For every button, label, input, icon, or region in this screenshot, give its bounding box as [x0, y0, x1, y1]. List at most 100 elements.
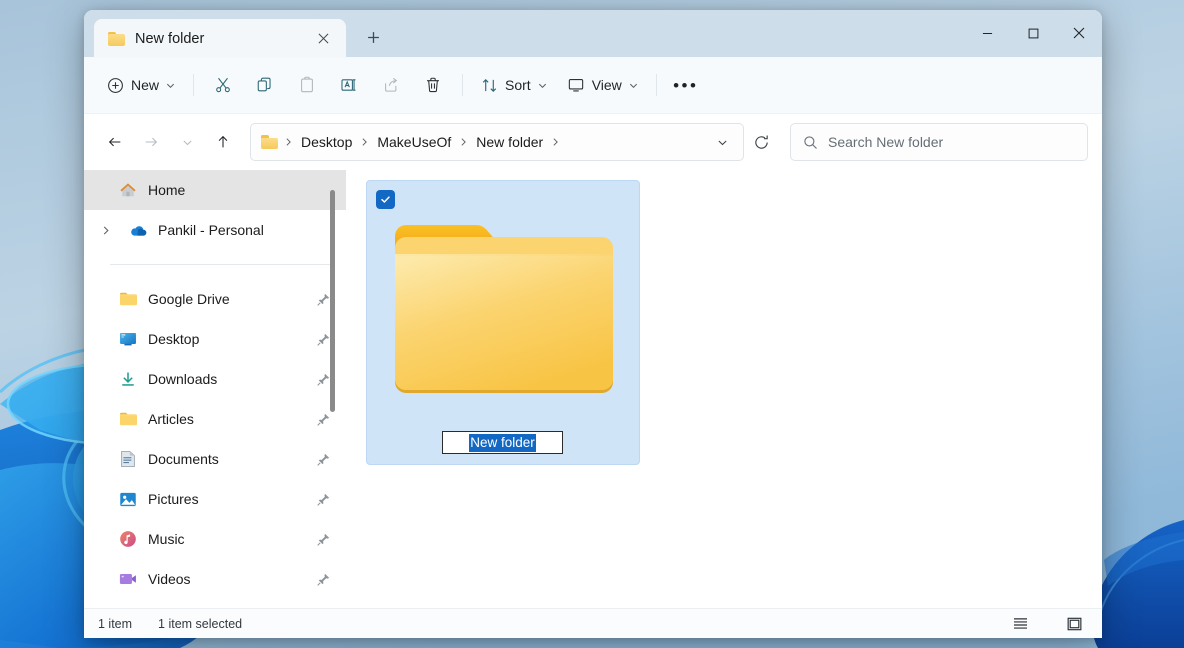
folder-icon: [108, 32, 125, 46]
tab-label: New folder: [135, 31, 300, 47]
sidebar-item-videos[interactable]: Videos: [84, 559, 346, 599]
sidebar-item-documents[interactable]: Documents: [84, 439, 346, 479]
back-button[interactable]: [98, 125, 132, 159]
breadcrumb-item-new-folder[interactable]: New folder: [470, 130, 549, 154]
forward-button[interactable]: [134, 125, 168, 159]
ellipsis-icon: •••: [673, 77, 698, 94]
breadcrumb[interactable]: Desktop MakeUseOf New folder: [250, 123, 744, 161]
sidebar-item-downloads[interactable]: Downloads: [84, 359, 346, 399]
view-button-label: View: [592, 77, 622, 93]
folder-glyph: [119, 291, 138, 307]
maximize-button[interactable]: [1010, 10, 1056, 56]
sidebar-item-music[interactable]: Music: [84, 519, 346, 559]
rename-icon: [340, 76, 358, 94]
download-arrow-glyph: [119, 370, 137, 388]
delete-button[interactable]: [413, 68, 453, 102]
toolbar-divider: [193, 74, 194, 96]
window-controls: [964, 10, 1102, 56]
cloud-glyph: [129, 221, 148, 240]
large-icons-view-icon: [1067, 617, 1082, 631]
search-icon: [803, 135, 818, 150]
search-input[interactable]: Search New folder: [790, 123, 1088, 161]
up-button[interactable]: [206, 125, 240, 159]
navigation-pane: Home Pankil - Personal: [84, 170, 346, 608]
copy-button[interactable]: [245, 68, 285, 102]
chevron-down-icon: [629, 81, 638, 90]
arrow-right-icon: [143, 134, 159, 150]
sidebar-item-label: Music: [148, 531, 302, 547]
close-window-button[interactable]: [1056, 10, 1102, 56]
command-bar: New: [84, 57, 1102, 114]
rename-input[interactable]: New folder: [442, 431, 563, 454]
sidebar-scrollbar[interactable]: [327, 178, 338, 600]
trash-icon: [424, 76, 442, 94]
see-more-button[interactable]: •••: [666, 68, 706, 102]
breadcrumb-separator: [459, 137, 468, 147]
folder-icon: [392, 216, 616, 398]
title-bar: New folder: [84, 10, 1102, 57]
new-button[interactable]: New: [98, 68, 184, 102]
rename-input-value: New folder: [469, 434, 536, 452]
file-list-area[interactable]: New folder: [346, 170, 1102, 608]
previous-locations-button[interactable]: [707, 127, 737, 157]
sidebar-item-label: Videos: [148, 571, 302, 587]
onedrive-icon: [128, 220, 148, 240]
file-item-new-folder[interactable]: New folder: [366, 180, 640, 465]
minimize-button[interactable]: [964, 10, 1010, 56]
selection-label: 1 item selected: [158, 617, 242, 631]
sidebar-item-label: Downloads: [148, 371, 302, 387]
chevron-down-icon: [717, 137, 728, 148]
scissors-icon: [214, 76, 232, 94]
rename-button[interactable]: [329, 68, 369, 102]
chevron-right-icon[interactable]: [94, 218, 118, 242]
cut-button[interactable]: [203, 68, 243, 102]
chevron-down-icon: [182, 137, 193, 148]
folder-glyph-large: [392, 216, 616, 398]
details-view-button[interactable]: [1006, 612, 1034, 636]
desktop-glyph: [119, 331, 137, 347]
sidebar-item-desktop[interactable]: Desktop: [84, 319, 346, 359]
sidebar-item-label: Pankil - Personal: [158, 222, 346, 238]
sidebar-item-home[interactable]: Home: [84, 170, 346, 210]
new-tab-button[interactable]: [356, 20, 390, 54]
videos-icon: [118, 569, 138, 589]
breadcrumb-separator: [551, 137, 560, 147]
sidebar-scrollbar-thumb[interactable]: [330, 190, 335, 412]
arrow-left-icon: [107, 134, 123, 150]
sort-button[interactable]: Sort: [472, 68, 556, 102]
view-button[interactable]: View: [558, 68, 647, 102]
sidebar-item-pictures[interactable]: Pictures: [84, 479, 346, 519]
share-button[interactable]: [371, 68, 411, 102]
item-checkbox[interactable]: [376, 190, 395, 209]
documents-icon: [118, 449, 138, 469]
close-tab-icon[interactable]: [310, 26, 336, 52]
checkmark-icon: [380, 194, 391, 205]
picture-glyph: [119, 491, 137, 508]
sort-icon: [481, 77, 498, 94]
refresh-button[interactable]: [746, 127, 776, 157]
nav-list: Home Pankil - Personal: [84, 170, 346, 599]
recent-locations-button[interactable]: [170, 125, 204, 159]
sidebar-item-onedrive[interactable]: Pankil - Personal: [84, 210, 346, 250]
music-note-glyph: [119, 530, 137, 548]
details-view-icon: [1013, 617, 1028, 630]
item-count-label: 1 item: [98, 617, 132, 631]
folder-glyph: [119, 411, 138, 427]
pictures-icon: [118, 489, 138, 509]
folder-icon: [118, 409, 138, 429]
tab-new-folder[interactable]: New folder: [94, 19, 346, 58]
paste-icon: [298, 76, 316, 94]
sidebar-item-label: Home: [148, 182, 346, 198]
music-icon: [118, 529, 138, 549]
breadcrumb-item-makeuseof[interactable]: MakeUseOf: [371, 130, 457, 154]
breadcrumb-item-desktop[interactable]: Desktop: [295, 130, 358, 154]
breadcrumb-separator: [284, 137, 293, 147]
video-glyph: [119, 572, 137, 586]
large-icons-view-button[interactable]: [1060, 612, 1088, 636]
chevron-down-icon: [166, 81, 175, 90]
sidebar-item-articles[interactable]: Articles: [84, 399, 346, 439]
window-body: Home Pankil - Personal: [84, 170, 1102, 608]
sidebar-item-google-drive[interactable]: Google Drive: [84, 279, 346, 319]
paste-button[interactable]: [287, 68, 327, 102]
home-glyph: [119, 181, 137, 199]
